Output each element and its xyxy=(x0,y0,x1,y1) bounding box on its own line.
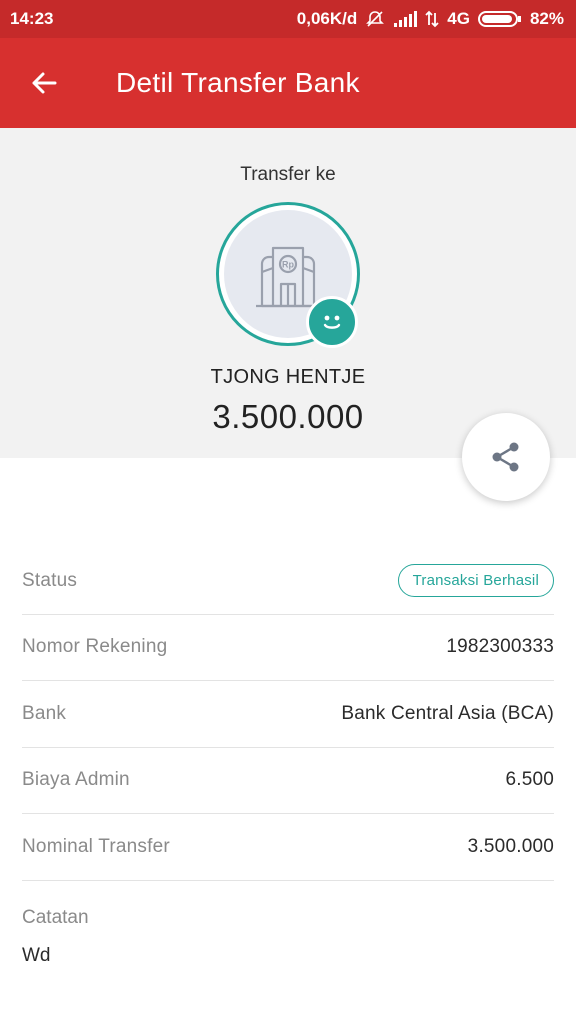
status-badge: Transaksi Berhasil xyxy=(397,564,554,598)
nominal-transfer-row: Nominal Transfer 3.500.000 xyxy=(22,814,554,881)
bell-off-icon xyxy=(365,9,385,29)
transfer-summary: Transfer ke Rp TJONG HENTJE 3.500.000 xyxy=(0,128,576,458)
admin-fee-value: 6.500 xyxy=(505,769,554,791)
status-bar: 14:23 0,06K/d 4G 82% xyxy=(0,0,576,38)
nominal-transfer-value: 3.500.000 xyxy=(467,835,554,857)
data-transfer-icon xyxy=(425,10,439,28)
status-row: Status Transaksi Berhasil xyxy=(22,548,554,615)
net-speed: 0,06K/d xyxy=(296,9,358,28)
signal-icon xyxy=(393,11,418,27)
share-icon xyxy=(492,442,519,472)
arrow-left-icon xyxy=(32,72,57,94)
battery-icon xyxy=(477,10,522,28)
battery-percent: 82% xyxy=(529,9,564,28)
app-bar: Detil Transfer Bank xyxy=(0,38,576,128)
note-value: Wd xyxy=(22,944,51,966)
rp-label: Rp xyxy=(282,260,294,270)
account-number-label: Nomor Rekening xyxy=(22,636,168,658)
status-time: 14:23 xyxy=(10,9,54,28)
recipient-name: TJONG HENTJE xyxy=(210,366,366,388)
network-type: 4G xyxy=(447,9,470,28)
recipient-avatar: Rp xyxy=(216,202,360,348)
admin-fee-label: Biaya Admin xyxy=(22,769,130,791)
back-button[interactable] xyxy=(8,38,80,128)
share-button[interactable] xyxy=(462,413,550,501)
smile-icon xyxy=(306,296,358,348)
note-label: Catatan xyxy=(22,906,89,928)
transfer-to-label: Transfer ke xyxy=(240,164,336,185)
bank-row: Bank Bank Central Asia (BCA) xyxy=(22,681,554,748)
transfer-details: Status Transaksi Berhasil Nomor Rekening… xyxy=(22,548,554,967)
bank-value: Bank Central Asia (BCA) xyxy=(341,702,554,724)
status-label: Status xyxy=(22,569,78,591)
admin-fee-row: Biaya Admin 6.500 xyxy=(22,748,554,814)
bank-label: Bank xyxy=(22,702,67,724)
account-number-value: 1982300333 xyxy=(446,636,554,658)
note-section: Catatan Wd xyxy=(22,881,554,967)
page-title: Detil Transfer Bank xyxy=(116,67,360,98)
nominal-transfer-label: Nominal Transfer xyxy=(22,835,170,857)
status-indicators: 0,06K/d 4G 82% xyxy=(297,9,564,29)
account-number-row: Nomor Rekening 1982300333 xyxy=(22,615,554,681)
